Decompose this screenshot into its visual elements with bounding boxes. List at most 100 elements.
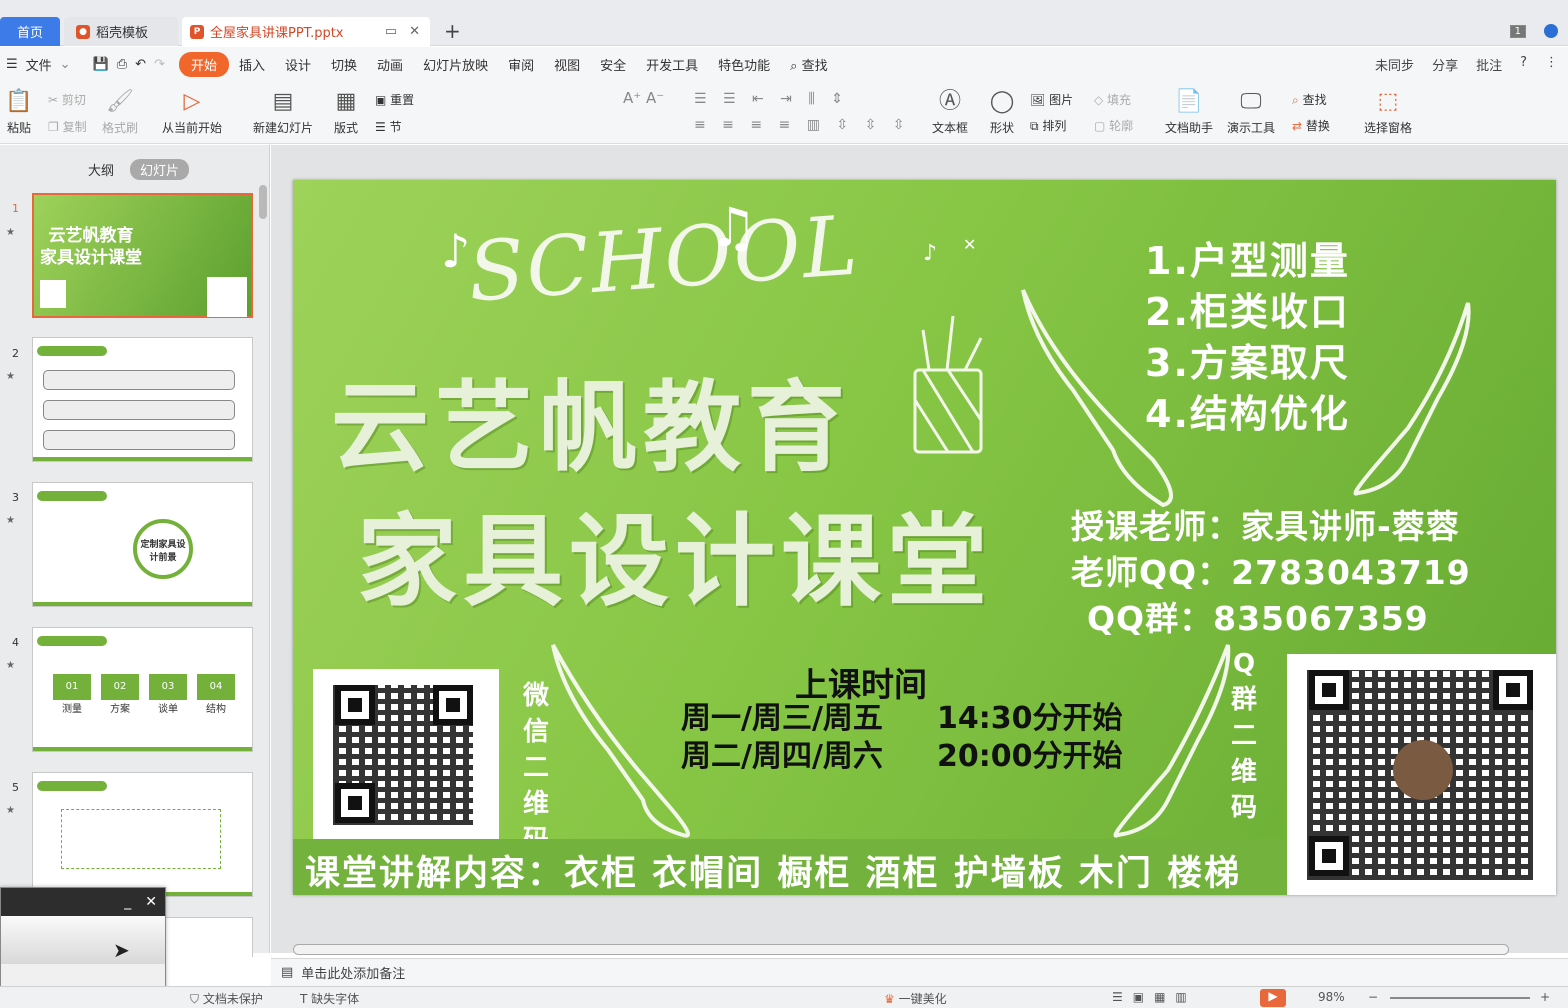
zoom-out-icon[interactable]: −	[1368, 990, 1378, 1004]
tab-window-icon[interactable]: ▭	[385, 24, 397, 39]
menu-tab-4[interactable]: 动画	[367, 52, 413, 77]
more-icon[interactable]: ⋮	[1545, 55, 1558, 74]
layout-icon: ▦	[335, 89, 357, 114]
zoom-slider[interactable]	[1390, 997, 1530, 999]
tab-home[interactable]: 首页	[0, 17, 60, 46]
find-button[interactable]: ⌕ 查找	[1292, 91, 1327, 108]
fill-button[interactable]: ◇ 填充	[1094, 91, 1131, 108]
zoom-level[interactable]: 98%	[1318, 990, 1345, 1004]
chevron-down-icon[interactable]: ⌄	[60, 57, 71, 72]
notes-pane[interactable]: ▤ 单击此处添加备注	[271, 958, 1568, 986]
copy-button[interactable]: ❐ 复制	[48, 118, 87, 135]
menu-tab-0[interactable]: 开始	[178, 51, 229, 77]
menu-bar: ☰ 文件 ⌄ 💾 ⎙ ↶ ↷ 开始 插入 设计 切换 动画 幻灯片放映 审阅 视图 安全 开发工具…	[0, 47, 1568, 81]
outline-button[interactable]: ▢ 轮廓	[1094, 117, 1133, 134]
play-from-current-button[interactable]: ▷ 从当前开始	[156, 89, 228, 136]
comment-button[interactable]: 批注	[1476, 55, 1502, 74]
search-command[interactable]: ⌕ 查找	[780, 52, 837, 77]
textbox-button[interactable]: Ⓐ 文本框	[928, 89, 972, 136]
tab-home-label: 首页	[16, 26, 43, 41]
menu-tab-7[interactable]: 视图	[544, 52, 590, 77]
textbox-icon: Ⓐ	[938, 89, 961, 114]
current-slide[interactable]: SCHOOL ♪ ♫ 云艺帆教育 家具设计课堂 ♪ ✕ 1.户型测量 2.柜类收…	[293, 180, 1556, 895]
reset-label: 重置	[390, 93, 415, 107]
shape-button[interactable]: ◯ 形状	[984, 89, 1020, 136]
paste-button[interactable]: 📋 粘贴	[2, 89, 36, 136]
slides-tab[interactable]: 幻灯片	[130, 159, 190, 180]
menu-tab-2[interactable]: 设计	[275, 52, 321, 77]
layout-label: 版式	[333, 121, 358, 135]
undo-icon[interactable]: ↶	[135, 57, 146, 72]
panel-scrollbar[interactable]	[259, 185, 267, 219]
slideshow-play-button[interactable]: ▶	[1260, 989, 1286, 1007]
align-icons[interactable]: ≡ ≡ ≡ ≡ ▥ ⇳ ⇳ ⇳	[694, 117, 911, 133]
menu-tab-1[interactable]: 插入	[229, 52, 275, 77]
beautify-label: 一键美化	[898, 992, 947, 1006]
find-label: 查找	[1302, 93, 1327, 107]
tab-close-icon[interactable]: ✕	[409, 24, 420, 39]
picture-button[interactable]: 🖼 图片	[1030, 91, 1073, 108]
menu-tab-3[interactable]: 切换	[321, 52, 367, 77]
qq-group: QQ群：835067359	[1087, 599, 1429, 638]
sync-status[interactable]: 未同步	[1375, 55, 1414, 74]
new-slide-icon: ▤	[272, 89, 294, 114]
minimize-icon[interactable]: _	[124, 894, 131, 910]
doc-helper-label: 文档助手	[1164, 121, 1213, 135]
format-painter-button[interactable]: 🖌 格式刷	[100, 89, 140, 136]
menu-tab-8[interactable]: 安全	[590, 52, 636, 77]
slide-title-line2: 家具设计课堂	[357, 503, 993, 620]
thumb1-title: 云艺帆教育 家具设计课堂	[40, 226, 142, 268]
beautify-button[interactable]: ♛ 一键美化	[884, 990, 947, 1007]
view-mode-icons[interactable]: ☰▣▦▥	[1112, 990, 1197, 1004]
zoom-in-icon[interactable]: +	[1540, 990, 1550, 1004]
redo-icon[interactable]: ↷	[154, 57, 165, 72]
tab-docer-label: 稻壳模板	[96, 26, 149, 41]
slide-thumbnail-2[interactable]	[32, 337, 253, 462]
print-icon[interactable]: ⎙	[117, 57, 127, 72]
share-button[interactable]: 分享	[1432, 55, 1458, 74]
reset-button[interactable]: ▣ 重置	[375, 91, 414, 108]
qr-avatar	[1393, 740, 1453, 800]
menu-tab-9[interactable]: 开发工具	[636, 52, 708, 77]
schedule-time: 20:00分开始	[937, 739, 1123, 774]
slide-thumbnail-3[interactable]: 定制家具设计前景	[32, 482, 253, 607]
horizontal-scrollbar[interactable]	[293, 944, 1509, 955]
section-button[interactable]: ☰ 节	[375, 118, 402, 135]
font-grow-icon[interactable]: A⁺ A⁻	[623, 89, 664, 107]
star-icon: ★	[6, 227, 15, 238]
tab-docer-templates[interactable]: ● 稻壳模板	[64, 17, 178, 46]
file-menu[interactable]: 文件	[26, 55, 52, 74]
doc-helper-button[interactable]: 📄 文档助手	[1164, 89, 1214, 136]
pencil-cup-icon: ♪ ✕	[913, 235, 983, 454]
hamburger-icon[interactable]: ☰	[6, 57, 18, 72]
replace-button[interactable]: ⇄ 替换	[1292, 117, 1330, 134]
slide-thumbnail-1[interactable]: 云艺帆教育 家具设计课堂	[32, 193, 253, 318]
help-icon[interactable]: ?	[1520, 55, 1527, 74]
schedule: 周一/周三/周五 14:30分开始 周二/周四/周六 20:00分开始	[681, 700, 1123, 776]
missing-font-status[interactable]: T 缺失字体	[300, 990, 359, 1007]
user-avatar[interactable]	[1544, 24, 1558, 38]
menu-tab-6[interactable]: 审阅	[498, 52, 544, 77]
new-slide-button[interactable]: ▤ 新建幻灯片	[248, 89, 318, 136]
outline-tab[interactable]: 大纲	[80, 159, 122, 180]
save-icon[interactable]: 💾	[93, 57, 109, 72]
arrange-button[interactable]: ⧉ 排列	[1030, 117, 1066, 134]
slide-thumbnail-5[interactable]	[32, 772, 253, 897]
new-tab-icon[interactable]: +	[444, 19, 461, 43]
slide-number-5: 5	[12, 781, 19, 794]
list-icons[interactable]: ☰ ☰ ⇤ ⇥ ⫼ ⇕	[694, 91, 849, 107]
layout-button[interactable]: ▦ 版式	[328, 89, 364, 136]
window-count-badge[interactable]: 1	[1509, 24, 1526, 38]
select-pane-button[interactable]: ⬚ 选择窗格	[1362, 89, 1414, 136]
menu-tab-10[interactable]: 特色功能	[708, 52, 780, 77]
doc-protect-status[interactable]: ⛉ 文档未保护	[190, 990, 263, 1007]
notes-icon: ▤	[281, 965, 294, 980]
presenter-tools-button[interactable]: 🖵 演示工具	[1222, 89, 1280, 136]
menu-tab-5[interactable]: 幻灯片放映	[413, 52, 498, 77]
thumb3-center: 定制家具设计前景	[133, 519, 193, 579]
tab-document[interactable]: P 全屋家具讲课PPT.pptx ▭ ✕	[182, 17, 430, 46]
slide-thumbnail-4[interactable]: 01 测量 02 方案 03 谈单 04 结构	[32, 627, 253, 752]
topic-item: 1.户型测量	[1145, 239, 1350, 283]
close-icon[interactable]: ✕	[145, 894, 157, 910]
cut-button[interactable]: ✂ 剪切	[48, 91, 86, 108]
